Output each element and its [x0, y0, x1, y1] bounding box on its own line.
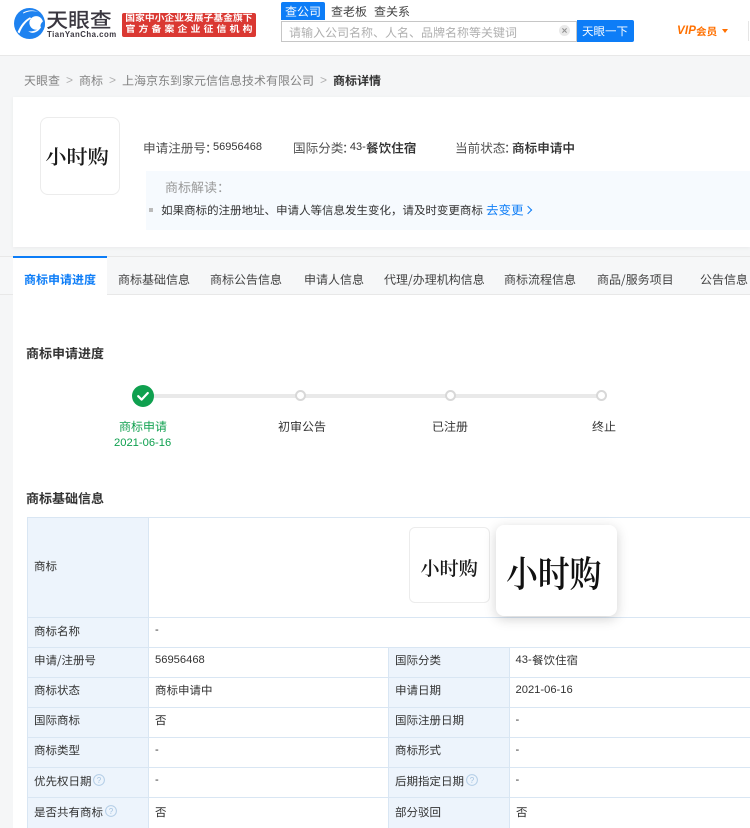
svg-text:?: ?	[97, 776, 102, 785]
svg-text:?: ?	[108, 807, 113, 816]
svg-text:?: ?	[469, 776, 474, 785]
